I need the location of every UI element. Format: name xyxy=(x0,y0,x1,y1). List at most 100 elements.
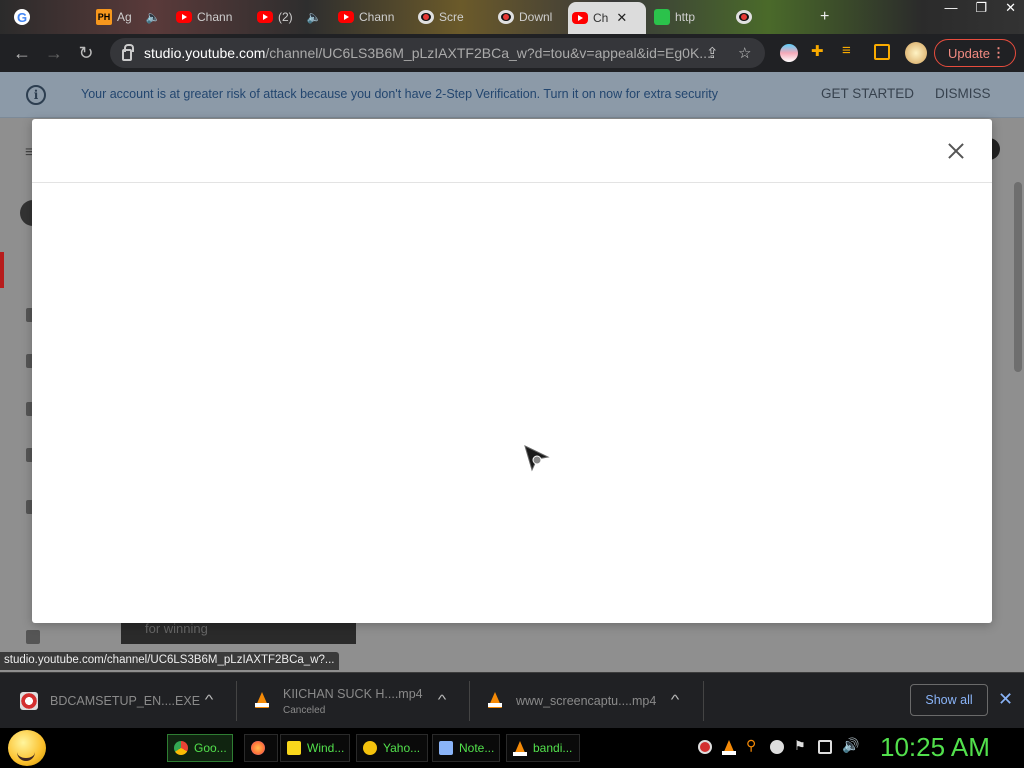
update-button[interactable]: Update ⋮ xyxy=(934,39,1016,67)
tab-strip: G G PH Ag 🔈 Chann (2) 🔈 Chann Scre Downl… xyxy=(0,0,1024,34)
flag-tray-icon[interactable]: ⚑ xyxy=(794,738,808,753)
star-icon[interactable]: ☆ xyxy=(738,44,751,62)
youtube-icon xyxy=(176,11,192,23)
folder-icon xyxy=(287,741,301,755)
tab-title: http xyxy=(675,10,696,24)
recording-icon xyxy=(418,10,434,24)
taskbar: Goo... Wind... Yaho... Note... bandi... … xyxy=(0,728,1024,768)
task-chrome[interactable]: Goo... xyxy=(167,734,233,762)
tab[interactable]: G G xyxy=(10,4,80,30)
info-icon: i xyxy=(26,85,46,105)
address-bar[interactable]: studio.youtube.com/channel/UC6LS3B6M_pLz… xyxy=(110,38,765,68)
feedback-icon[interactable] xyxy=(26,630,40,644)
share-icon[interactable]: ⇪ xyxy=(706,44,719,62)
browser-toolbar: ← → ↻ studio.youtube.com/channel/UC6LS3B… xyxy=(0,34,1024,72)
task-label: Yaho... xyxy=(383,741,421,755)
minimize-icon[interactable]: — xyxy=(944,0,957,16)
extension-icon[interactable] xyxy=(780,44,798,62)
puzzle-icon[interactable]: ✚ xyxy=(811,42,829,60)
clock[interactable]: 10:25 AM xyxy=(880,732,990,763)
tab-title: Ag xyxy=(117,10,132,24)
scrollbar[interactable] xyxy=(1014,182,1022,372)
task-label: bandi... xyxy=(533,741,573,755)
green-icon xyxy=(654,9,670,25)
yahoo-icon xyxy=(363,741,377,755)
tab-title: Chann xyxy=(359,10,395,24)
tab[interactable]: Scre xyxy=(414,4,492,30)
side-panel-icon[interactable] xyxy=(874,44,890,60)
tab-active[interactable]: Ch ✕ xyxy=(568,2,646,34)
recording-icon xyxy=(736,10,752,24)
url-host: studio.youtube.com xyxy=(144,45,266,61)
installer-icon xyxy=(20,692,38,710)
download-item[interactable]: BDCAMSETUP_EN....EXE ^ xyxy=(20,673,236,729)
task-firefox[interactable] xyxy=(244,734,278,762)
tab[interactable]: http xyxy=(650,4,728,30)
tab[interactable]: Chann xyxy=(172,4,250,30)
dismiss-button[interactable]: DISMISS xyxy=(935,86,991,101)
start-button[interactable] xyxy=(8,730,46,766)
status-tray-icon[interactable] xyxy=(770,740,784,754)
speaker-icon: 🔈 xyxy=(306,10,322,24)
active-nav-indicator xyxy=(0,252,4,288)
download-item[interactable]: www_screencaptu....mp4 ^ xyxy=(486,673,702,729)
reload-icon[interactable]: ↻ xyxy=(70,43,102,64)
close-icon[interactable]: ✕ xyxy=(998,689,1013,710)
download-shelf: BDCAMSETUP_EN....EXE ^ KIICHAN SUCK H...… xyxy=(0,672,1024,728)
tab[interactable]: PH Ag 🔈 xyxy=(92,4,168,30)
status-url: studio.youtube.com/channel/UC6LS3B6M_pLz… xyxy=(0,652,339,670)
vlc-icon xyxy=(513,741,527,756)
banner-message: Your account is at greater risk of attac… xyxy=(81,87,718,101)
back-icon[interactable]: ← xyxy=(6,43,38,64)
forward-icon[interactable]: → xyxy=(38,43,70,64)
download-item[interactable]: KIICHAN SUCK H....mp4 Canceled ^ xyxy=(253,673,468,729)
url-path: /channel/UC6LS3B6M_pLzIAXTF2BCa_w?d=tou&… xyxy=(265,45,711,61)
chevron-up-icon[interactable]: ^ xyxy=(205,692,214,707)
tab-close-icon[interactable]: ✕ xyxy=(616,10,627,26)
tab-title: Downl xyxy=(519,10,553,24)
get-started-button[interactable]: GET STARTED xyxy=(821,86,914,101)
task-bandicam[interactable]: bandi... xyxy=(506,734,580,762)
new-tab-button[interactable]: + xyxy=(816,4,836,30)
volume-icon[interactable]: 🔊 xyxy=(842,737,859,753)
notepad-icon xyxy=(439,741,453,755)
show-all-button[interactable]: Show all xyxy=(910,684,988,716)
chevron-up-icon[interactable]: ^ xyxy=(438,692,447,707)
tab-title: Ch xyxy=(593,11,609,25)
tab[interactable]: (2) 🔈 xyxy=(253,4,331,30)
restore-icon[interactable]: ❐ xyxy=(975,0,987,16)
profile-avatar[interactable] xyxy=(905,42,927,64)
record-tray-icon[interactable] xyxy=(698,740,712,754)
tab[interactable] xyxy=(732,4,802,30)
tab-title: Chann xyxy=(197,10,233,24)
busy-cursor-icon xyxy=(524,445,550,472)
task-label: Note... xyxy=(459,741,495,755)
task-label: Wind... xyxy=(307,741,345,755)
tab-title: (2) xyxy=(278,10,293,24)
dialog-header xyxy=(32,119,992,183)
chevron-up-icon[interactable]: ^ xyxy=(671,692,680,707)
network-tray-icon[interactable] xyxy=(818,740,832,754)
search-tray-icon[interactable]: ⚲ xyxy=(746,737,760,753)
media-icon[interactable]: ≡ xyxy=(842,42,860,60)
vlc-tray-icon[interactable] xyxy=(722,740,736,755)
vlc-icon xyxy=(486,692,504,710)
firefox-icon xyxy=(251,741,265,755)
youtube-icon xyxy=(257,11,273,23)
update-label: Update xyxy=(948,45,990,61)
tab[interactable]: Downl xyxy=(494,4,568,30)
card-text: for winning xyxy=(145,621,208,636)
download-name: KIICHAN SUCK H....mp4 xyxy=(283,686,423,701)
tab[interactable]: Chann xyxy=(334,4,412,30)
close-window-icon[interactable]: ✕ xyxy=(1005,0,1016,16)
task-explorer[interactable]: Wind... xyxy=(280,734,350,762)
task-notepad[interactable]: Note... xyxy=(432,734,500,762)
chrome-icon xyxy=(174,741,188,755)
task-yahoo[interactable]: Yaho... xyxy=(356,734,428,762)
dialog xyxy=(32,119,992,623)
ph-icon: PH xyxy=(96,9,112,25)
menu-icon[interactable]: ⋮ xyxy=(992,45,1005,61)
divider xyxy=(236,681,237,721)
window-controls: — ❐ ✕ xyxy=(944,0,1016,16)
close-icon[interactable] xyxy=(944,139,968,163)
